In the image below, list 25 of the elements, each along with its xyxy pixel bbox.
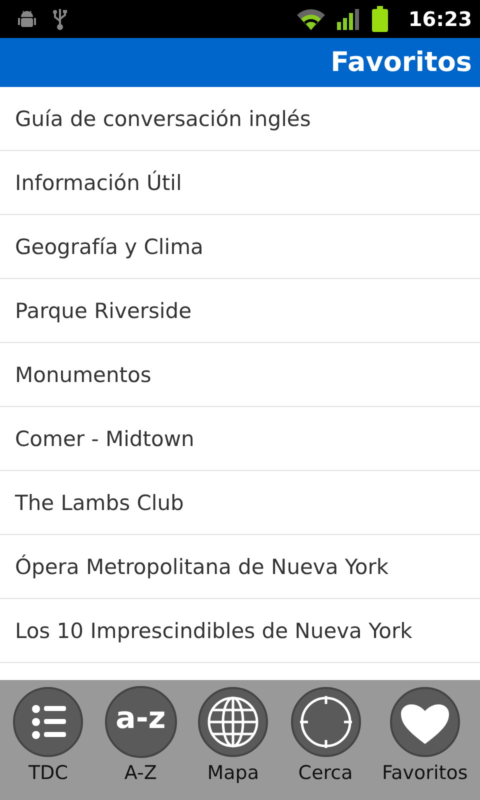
globe-icon	[197, 686, 270, 758]
nav-button[interactable]: TDC	[12, 686, 84, 784]
screen-title: Favoritos	[330, 47, 472, 78]
nav-button[interactable]: Cerca	[290, 686, 362, 784]
list-icon	[12, 686, 84, 758]
favorite-item[interactable]: Parque Riverside	[0, 279, 480, 343]
favorite-item[interactable]: The Lambs Club	[0, 471, 480, 535]
favorite-item[interactable]: Ópera Metropolitana de Nueva York	[0, 535, 480, 599]
favorite-item[interactable]: Información Útil	[0, 151, 480, 215]
clock: 16:23	[408, 7, 472, 31]
signal-icon	[336, 8, 360, 30]
usb-icon	[52, 7, 68, 31]
nav-button[interactable]: a-z A-Z	[104, 686, 177, 784]
favorite-item[interactable]: Comer - Midtown	[0, 407, 480, 471]
favorite-item[interactable]: Guía de conversación inglés	[0, 87, 480, 151]
favorite-item[interactable]: Geografía y Clima	[0, 215, 480, 279]
crosshair-icon	[290, 686, 362, 758]
wifi-icon	[296, 8, 326, 30]
nav-button[interactable]: Favoritos	[382, 686, 468, 784]
battery-icon	[370, 6, 390, 32]
favorite-item[interactable]: Los 10 Imprescindibles de Nueva York	[0, 599, 480, 663]
android-icon	[16, 8, 38, 30]
a-z-icon: a-z	[104, 686, 177, 758]
favorite-item[interactable]: Monumentos	[0, 343, 480, 407]
nav-button[interactable]: Mapa	[197, 686, 270, 784]
